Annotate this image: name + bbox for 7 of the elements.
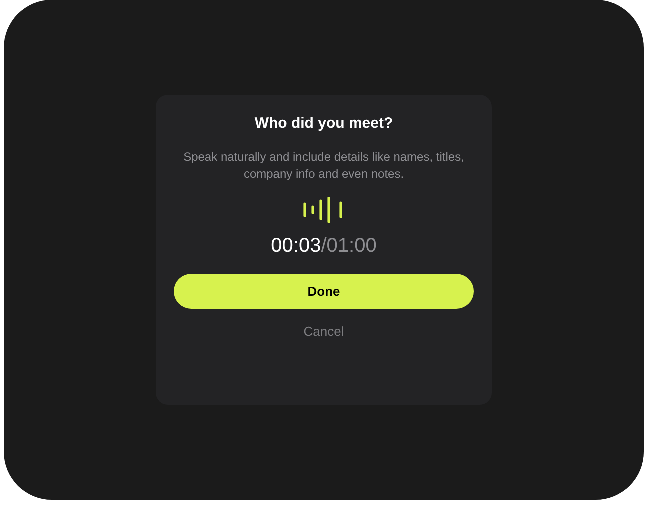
cancel-button[interactable]: Cancel: [304, 323, 344, 341]
dialog-description: Speak naturally and include details like names, titles, company info and even notes.: [182, 149, 466, 183]
done-button[interactable]: Done: [174, 274, 474, 309]
total-time: /01:00: [321, 234, 377, 259]
elapsed-time: 00:03: [271, 234, 322, 259]
waveform-icon: [303, 197, 345, 223]
dialog-title: Who did you meet?: [254, 114, 394, 134]
